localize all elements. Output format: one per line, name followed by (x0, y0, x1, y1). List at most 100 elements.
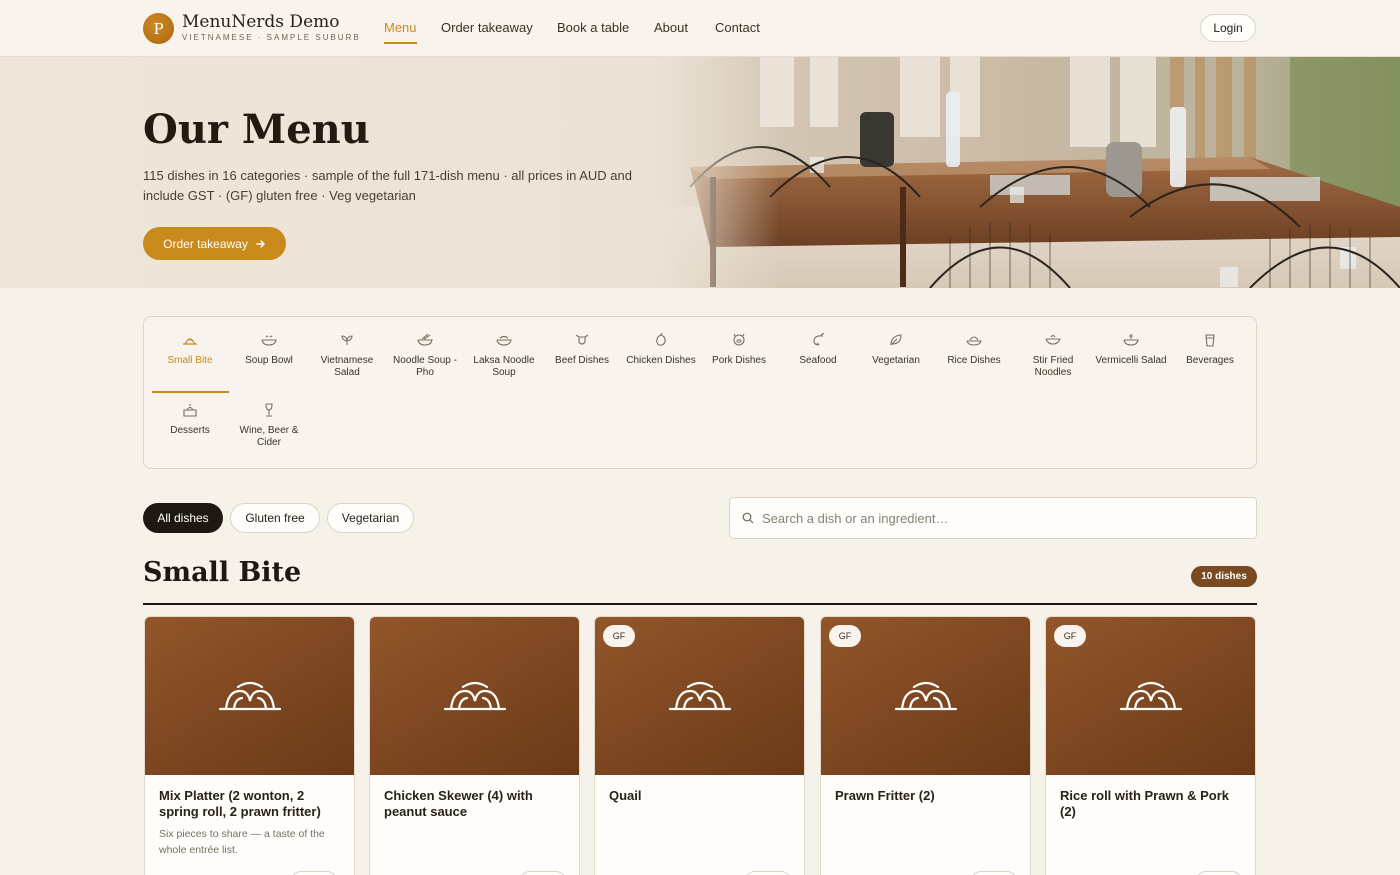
category-chicken-dishes[interactable]: Chicken Dishes (622, 317, 700, 383)
category-nav: Small Bite Soup Bowl Vietnamese Salad No… (143, 316, 1257, 469)
dish-image: GF (821, 617, 1030, 775)
category-label: Chicken Dishes (626, 355, 696, 366)
category-noodle-soup-pho[interactable]: Noodle Soup - Pho (386, 317, 464, 383)
dish-name: Mix Platter (2 wonton, 2 spring roll, 2 … (159, 788, 321, 819)
category-label: Desserts (170, 425, 210, 436)
dish-description: Six pieces to share — a taste of the who… (159, 828, 325, 856)
cake-icon (183, 404, 197, 417)
order-takeaway-label: Order takeaway (163, 236, 248, 251)
leaf-icon (341, 335, 353, 345)
veg-leaf-icon (890, 334, 902, 346)
category-label: Laksa Noodle Soup (473, 355, 535, 378)
dish-name: Chicken Skewer (4) with peanut sauce (384, 788, 533, 819)
category-label: Vermicelli Salad (1095, 355, 1167, 366)
category-label: Seafood (799, 355, 837, 366)
category-vietnamese-salad[interactable]: Vietnamese Salad (308, 317, 386, 383)
gluten-free-badge: GF (829, 625, 861, 647)
cup-icon (1205, 334, 1215, 347)
category-label: Vietnamese Salad (320, 355, 374, 378)
dish-cloche-icon (443, 681, 507, 711)
dish-image (370, 617, 579, 775)
dish-count-badge: 10 dishes (1191, 566, 1257, 587)
section-divider (143, 603, 1257, 605)
nav-contact[interactable]: Contact (715, 20, 760, 35)
logo-badge[interactable]: P (143, 13, 174, 44)
dish-name: Rice roll with Prawn & Pork (2) (1060, 788, 1230, 819)
dish-card[interactable]: Chicken Skewer (4) with peanut sauce (369, 616, 580, 875)
search-box (729, 497, 1257, 539)
category-label: Beverages (1186, 355, 1234, 366)
hero-section: Our Menu 115 dishes in 16 categories · s… (0, 57, 1400, 288)
category-small-bite[interactable]: Small Bite (151, 317, 229, 383)
dish-card[interactable]: GF Rice roll with Prawn & Pork (2) (1045, 616, 1256, 875)
category-soup-bowl[interactable]: Soup Bowl (230, 317, 308, 383)
category-label: Beef Dishes (555, 355, 609, 366)
platter-icon (183, 338, 197, 345)
laksa-bowl-icon (496, 335, 512, 346)
category-wine-beer-cider[interactable]: Wine, Beer & Cider (230, 387, 308, 453)
dish-card[interactable]: GF Quail (594, 616, 805, 875)
brand-subtitle: VIETNAMESE · SAMPLE SUBURB (182, 33, 361, 42)
gluten-free-badge: GF (603, 625, 635, 647)
category-seafood[interactable]: Seafood (779, 317, 857, 383)
add-button[interactable] (971, 871, 1017, 875)
add-button[interactable] (520, 871, 566, 875)
category-rice-dishes[interactable]: Rice Dishes (935, 317, 1013, 383)
dish-cloche-icon (668, 681, 732, 711)
add-button[interactable] (291, 871, 337, 875)
nav-order-takeaway[interactable]: Order takeaway (441, 20, 533, 35)
pig-icon (733, 333, 745, 346)
nav-book-a-table[interactable]: Book a table (557, 20, 629, 35)
category-label: Soup Bowl (245, 355, 293, 366)
category-beef-dishes[interactable]: Beef Dishes (543, 317, 621, 383)
filter-gluten-free[interactable]: Gluten free (230, 503, 320, 533)
dish-card[interactable]: Mix Platter (2 wonton, 2 spring roll, 2 … (144, 616, 355, 875)
shrimp-icon (813, 333, 825, 346)
filter-all-dishes[interactable]: All dishes (143, 503, 223, 533)
nav-menu[interactable]: Menu (384, 20, 417, 35)
category-beverages[interactable]: Beverages (1171, 317, 1249, 383)
dish-cloche-icon (1119, 681, 1183, 711)
wok-icon (1045, 334, 1061, 345)
noodle-bowl-icon (417, 333, 433, 346)
search-input[interactable] (762, 498, 1242, 538)
bowl-icon (261, 335, 277, 346)
category-stir-fried-noodles[interactable]: Stir Fried Noodles (1014, 317, 1092, 383)
chicken-icon (656, 333, 666, 346)
add-button[interactable] (1196, 871, 1242, 875)
category-label: Wine, Beer & Cider (239, 425, 299, 448)
category-label: Pork Dishes (712, 355, 766, 366)
gluten-free-badge: GF (1054, 625, 1086, 647)
rice-bowl-icon (966, 336, 982, 346)
vermicelli-icon (1123, 334, 1139, 346)
order-takeaway-button[interactable]: Order takeaway (143, 227, 286, 260)
category-label: Stir Fried Noodles (1032, 355, 1074, 378)
category-desserts[interactable]: Desserts (151, 387, 229, 453)
site-header: P MenuNerds Demo VIETNAMESE · SAMPLE SUB… (0, 0, 1400, 57)
hero-description: 115 dishes in 16 categories · sample of … (143, 168, 632, 203)
wine-glass-icon (265, 403, 273, 417)
filter-vegetarian[interactable]: Vegetarian (327, 503, 414, 533)
category-laksa-noodle-soup[interactable]: Laksa Noodle Soup (465, 317, 543, 383)
dish-card[interactable]: GF Prawn Fritter (2) (820, 616, 1031, 875)
category-label: Rice Dishes (947, 355, 1001, 366)
category-label: Vegetarian (872, 355, 920, 366)
category-pork-dishes[interactable]: Pork Dishes (700, 317, 778, 383)
category-label: Small Bite (167, 355, 213, 366)
dish-image: GF (1046, 617, 1255, 775)
nav-active-underline (384, 42, 417, 44)
dish-cloche-icon (894, 681, 958, 711)
dish-name: Quail (609, 788, 642, 803)
arrow-right-icon (256, 239, 265, 248)
dish-cloche-icon (218, 681, 282, 711)
category-label: Noodle Soup - Pho (393, 355, 457, 378)
dish-image (145, 617, 354, 775)
login-button[interactable]: Login (1200, 14, 1256, 42)
search-icon (742, 512, 754, 524)
nav-about[interactable]: About (654, 20, 688, 35)
category-vermicelli-salad[interactable]: Vermicelli Salad (1092, 317, 1170, 383)
add-button[interactable] (745, 871, 791, 875)
brand-name[interactable]: MenuNerds Demo (182, 12, 339, 32)
category-vegetarian[interactable]: Vegetarian (857, 317, 935, 383)
dish-image: GF (595, 617, 804, 775)
